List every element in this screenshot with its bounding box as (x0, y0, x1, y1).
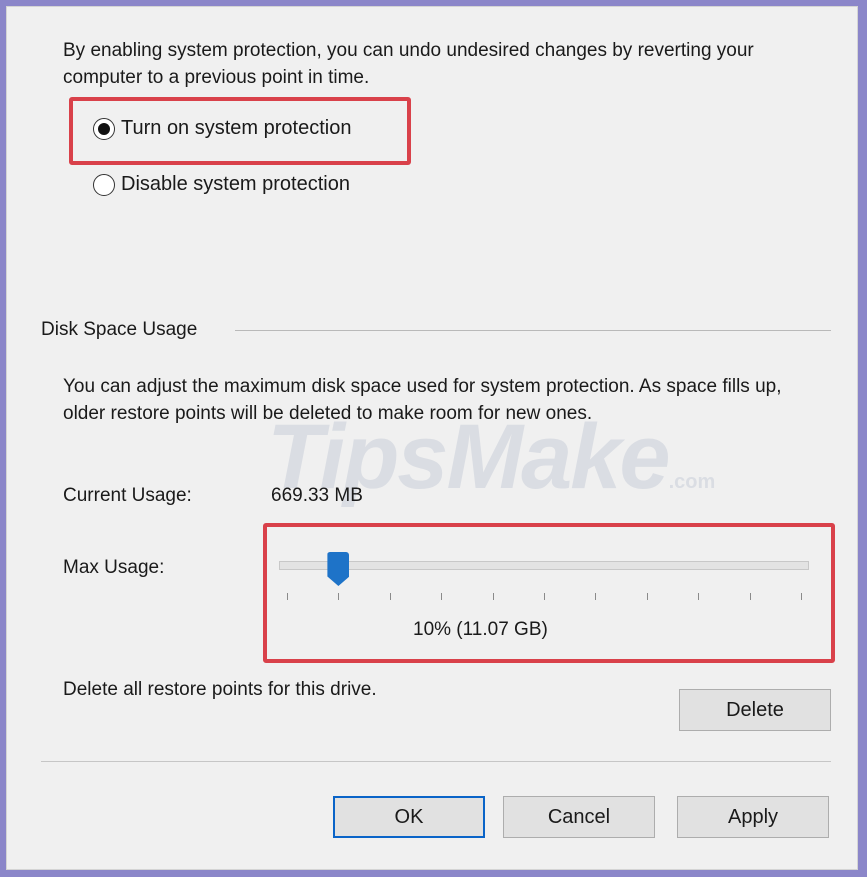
disk-space-description: You can adjust the maximum disk space us… (63, 376, 782, 424)
cancel-button[interactable]: Cancel (503, 796, 655, 838)
delete-button[interactable]: Delete (679, 689, 831, 731)
radio-disable-label: Disable system protection (121, 173, 350, 195)
max-usage-label: Max Usage: (63, 557, 165, 578)
highlight-box-radio (69, 97, 411, 165)
disk-space-group-label: Disk Space Usage (41, 319, 198, 340)
highlight-box-slider (263, 523, 835, 663)
group-divider (235, 330, 831, 331)
current-usage-label: Current Usage: (63, 485, 192, 506)
delete-restore-points-text: Delete all restore points for this drive… (63, 679, 377, 700)
ok-button[interactable]: OK (333, 796, 485, 838)
system-protection-dialog: By enabling system protection, you can u… (6, 6, 858, 870)
radio-unselected-icon[interactable] (93, 173, 115, 196)
intro-text: By enabling system protection, you can u… (63, 40, 754, 88)
bottom-divider (41, 761, 831, 762)
current-usage-value: 669.33 MB (271, 485, 363, 506)
apply-button[interactable]: Apply (677, 796, 829, 838)
radio-disable-protection[interactable]: Disable system protection (93, 173, 350, 196)
